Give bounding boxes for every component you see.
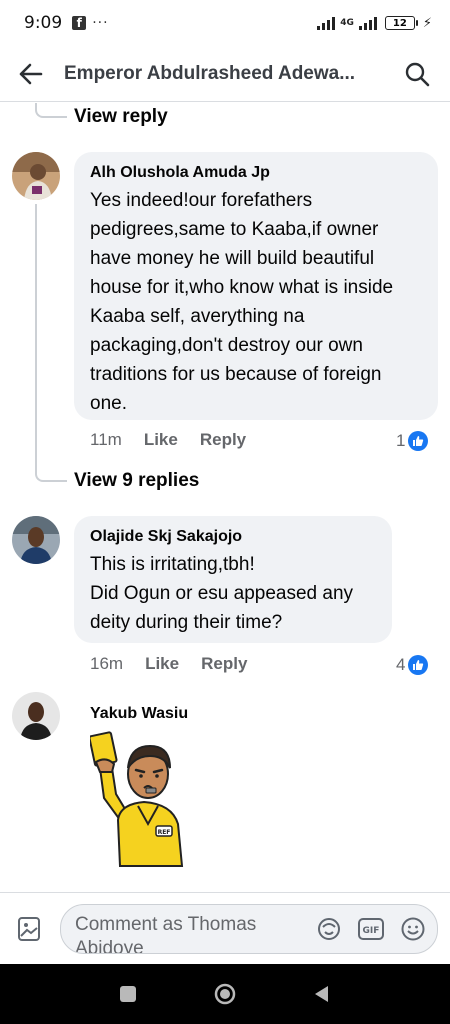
facebook-notification-icon: f (72, 16, 87, 30)
back-arrow-icon[interactable] (16, 59, 46, 89)
avatar[interactable] (12, 516, 60, 564)
comment-bubble[interactable]: Alh Olushola Amuda Jp Yes indeed!our for… (74, 152, 438, 420)
comment-text: This is irritating,tbh! Did Ogun or esu … (90, 554, 354, 633)
thread-line (35, 204, 37, 444)
referee-yellow-card-sticker[interactable]: REF (88, 728, 200, 868)
avatar[interactable] (12, 152, 60, 200)
image-icon[interactable] (12, 912, 46, 946)
thread-connector (35, 440, 67, 482)
comment-author[interactable]: Alh Olushola Amuda Jp (90, 164, 422, 182)
comment-time[interactable]: 16m (90, 654, 123, 674)
comment-author[interactable]: Olajide Skj Sakajojo (90, 528, 376, 546)
thumbs-up-icon (408, 431, 429, 451)
gif-icon[interactable]: GIF (357, 915, 385, 943)
page-title[interactable]: Emperor Abdulrasheed Adewa... (64, 63, 400, 85)
svg-text:REF: REF (158, 829, 171, 836)
battery-icon: 12 (384, 16, 418, 30)
reply-button[interactable]: Reply (201, 654, 247, 674)
comment-input[interactable]: Comment as Thomas Abidoye GIF (60, 903, 438, 954)
avatar[interactable] (12, 692, 60, 740)
comment-composer: Comment as Thomas Abidoye GIF (0, 892, 450, 964)
back-icon[interactable] (307, 979, 337, 1009)
emoji-icon[interactable] (399, 915, 427, 943)
status-bar: 9:09 f ··· 4G 12 ⚡ (0, 0, 450, 46)
view-reply-link[interactable]: View reply (74, 106, 168, 128)
comment-time[interactable]: 11m (90, 430, 122, 450)
comment-actions: 11m Like Reply (90, 430, 246, 450)
app-header: Emperor Abdulrasheed Adewa... (0, 46, 450, 102)
svg-text:GIF: GIF (363, 926, 380, 936)
signal-icon (317, 16, 336, 30)
comment-actions: 16m Like Reply (90, 654, 247, 674)
comment-text: Yes indeed!our forefathers pedigrees,sam… (90, 190, 394, 414)
reaction-count[interactable]: 4 (396, 655, 429, 675)
status-indicators: 4G 12 ⚡ (317, 16, 432, 31)
comment-placeholder[interactable]: Comment as Thomas Abidoye (75, 913, 295, 953)
system-nav-bar (0, 964, 450, 1024)
thumbs-up-icon (408, 655, 429, 675)
view-replies-link[interactable]: View 9 replies (74, 470, 199, 492)
thread-connector (35, 103, 67, 118)
reaction-count-value: 1 (396, 431, 406, 450)
search-icon[interactable] (400, 57, 434, 91)
reaction-count[interactable]: 1 (396, 431, 429, 451)
like-button[interactable]: Like (145, 654, 179, 674)
recent-apps-icon[interactable] (113, 979, 143, 1009)
status-time: 9:09 (24, 13, 63, 33)
more-notifications-icon: ··· (92, 15, 109, 31)
network-type: 4G (340, 18, 354, 28)
home-icon[interactable] (210, 979, 240, 1009)
comment-author[interactable]: Yakub Wasiu (90, 705, 188, 723)
reply-button[interactable]: Reply (200, 430, 246, 450)
signal-2-icon (358, 16, 377, 30)
composer-tools: GIF (315, 915, 427, 943)
avatar-sticker-icon[interactable] (315, 915, 343, 943)
comment-bubble[interactable]: Olajide Skj Sakajojo This is irritating,… (74, 516, 392, 643)
charging-icon: ⚡ (422, 15, 432, 31)
reaction-count-value: 4 (396, 655, 406, 674)
like-button[interactable]: Like (144, 430, 178, 450)
